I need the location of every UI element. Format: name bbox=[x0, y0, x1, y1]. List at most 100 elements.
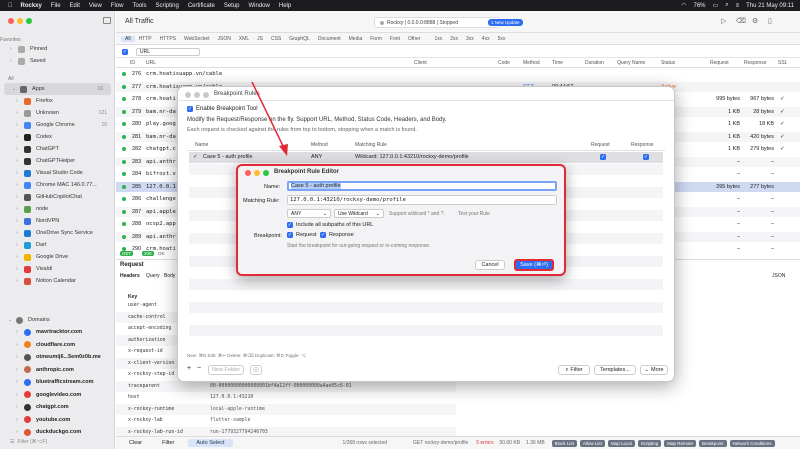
col-id[interactable]: ID bbox=[130, 60, 135, 66]
filter-tab-form[interactable]: Form bbox=[366, 36, 386, 42]
zoom-window-button[interactable] bbox=[263, 170, 269, 176]
test-rule-link[interactable]: Test your Rule bbox=[458, 211, 490, 217]
sidebar-item-apps[interactable]: ⌄ Apps 16 bbox=[4, 83, 111, 95]
detail-tab-body[interactable]: Body bbox=[164, 273, 175, 279]
menu-scripting[interactable]: Scripting bbox=[155, 3, 178, 9]
sidebar-app-item[interactable]: › Unknown 121 bbox=[0, 107, 115, 119]
filter-tab-1xx[interactable]: 1xx bbox=[430, 36, 446, 42]
remove-rule-button[interactable]: − bbox=[197, 365, 201, 372]
templates-button[interactable]: Templates... bbox=[594, 365, 636, 375]
col-request[interactable]: Request bbox=[710, 60, 729, 66]
rule-response-checkbox[interactable]: ✓ bbox=[643, 154, 649, 160]
menu-help[interactable]: Help bbox=[279, 3, 291, 9]
filter-tab-media[interactable]: Media bbox=[345, 36, 367, 42]
menu-tools[interactable]: Tools bbox=[132, 3, 146, 9]
play-icon[interactable]: ▷ bbox=[721, 17, 726, 25]
tool-chip[interactable]: Map Local bbox=[607, 439, 635, 447]
filter-tab-js[interactable]: JS bbox=[253, 36, 267, 42]
sidebar-item-pinned[interactable]: › Pinned bbox=[0, 43, 115, 55]
more-button[interactable]: ⌄ More bbox=[640, 365, 668, 375]
response-toggle[interactable]: ✓ Response bbox=[320, 232, 354, 238]
filter-tab-5xx[interactable]: 5xx bbox=[494, 36, 510, 42]
menu-setup[interactable]: Setup bbox=[224, 3, 240, 9]
filter-tab-3xx[interactable]: 3xx bbox=[462, 36, 478, 42]
minimize-window-button[interactable] bbox=[194, 92, 200, 98]
menu-app-name[interactable]: Rockxy bbox=[21, 3, 42, 9]
sidebar-app-item[interactable]: › OneDrive Sync Service bbox=[0, 227, 115, 239]
filter-rules-button[interactable]: ⌕ Filter bbox=[558, 365, 590, 375]
sidebar-toggle-icon[interactable] bbox=[103, 17, 111, 24]
tool-chip[interactable]: Breakpoint bbox=[698, 439, 727, 447]
col-method[interactable]: Method bbox=[311, 142, 328, 148]
header-row[interactable]: host 127.0.0.1:43210 bbox=[116, 392, 456, 403]
save-button[interactable]: Save (⌘⏎) bbox=[514, 259, 554, 271]
col-matching-rule[interactable]: Matching Rule bbox=[355, 142, 387, 148]
sidebar-app-item[interactable]: › Notion Calendar bbox=[0, 275, 115, 287]
filter-tab-other[interactable]: Other bbox=[404, 36, 425, 42]
trash-icon[interactable]: ⌫ bbox=[736, 17, 746, 25]
sidebar-app-item[interactable]: › Vivaldi bbox=[0, 263, 115, 275]
filter-tab-https[interactable]: HTTPS bbox=[156, 36, 180, 42]
apple-menu-icon[interactable]:  bbox=[8, 3, 13, 9]
tool-chip[interactable]: Scripting bbox=[637, 439, 662, 447]
sidebar-item-domains[interactable]: ⌄ Domains bbox=[0, 314, 115, 326]
url-filter-checkbox[interactable]: ✓ bbox=[122, 48, 128, 55]
detail-tab-query[interactable]: Query bbox=[146, 273, 160, 279]
col-response[interactable]: Response bbox=[631, 142, 654, 148]
sidebar-app-item[interactable]: › node bbox=[0, 203, 115, 215]
zoom-window-button[interactable] bbox=[203, 92, 209, 98]
url-field-select[interactable]: URL bbox=[136, 47, 200, 56]
menu-file[interactable]: File bbox=[51, 3, 61, 9]
wifi-icon[interactable]: ◠ bbox=[681, 2, 686, 9]
sidebar-domain-item[interactable]: › otmeumij6...5em0z0b.me bbox=[0, 351, 115, 363]
error-count[interactable]: 5 errors bbox=[476, 440, 493, 446]
col-method[interactable]: Method bbox=[523, 60, 540, 66]
battery-percent[interactable]: 76% bbox=[694, 3, 706, 9]
clear-button[interactable]: Clear bbox=[129, 440, 142, 446]
close-window-button[interactable] bbox=[245, 170, 251, 176]
sidebar-app-item[interactable]: › Google Drive bbox=[0, 251, 115, 263]
sidebar-app-item[interactable]: › NordVPN bbox=[0, 215, 115, 227]
menu-window[interactable]: Window bbox=[249, 3, 270, 9]
name-input[interactable]: Case 5 - auth profile bbox=[287, 181, 557, 191]
minimize-window-button[interactable] bbox=[254, 170, 260, 176]
zoom-window-button[interactable] bbox=[26, 18, 32, 24]
sidebar-filter[interactable]: ☰ Filter (⌘⌥F) bbox=[10, 437, 110, 446]
auto-select-toggle[interactable]: Auto Select bbox=[188, 439, 233, 447]
sidebar-app-item[interactable]: › Firefox bbox=[0, 95, 115, 107]
sidebar-domain-item[interactable]: › youtube.com bbox=[0, 414, 115, 426]
detail-tab-headers[interactable]: Headers bbox=[120, 273, 140, 279]
new-folder-button[interactable]: New Folder bbox=[208, 365, 244, 375]
enable-breakpoint-toggle[interactable]: ✓ Enable Breakpoint Tool bbox=[187, 106, 258, 112]
menu-flow[interactable]: Flow bbox=[111, 3, 124, 9]
filter-tab-websocket[interactable]: WebSocket bbox=[180, 36, 213, 42]
sidebar-item-saved[interactable]: › Saved bbox=[0, 55, 115, 67]
sidebar-domain-item[interactable]: › anthropic.com bbox=[0, 364, 115, 376]
include-subpaths-toggle[interactable]: ✓ Include all subpaths of this URL bbox=[287, 222, 373, 228]
col-duration[interactable]: Duration bbox=[585, 60, 604, 66]
json-view-toggle[interactable]: JSON bbox=[772, 273, 785, 279]
filter-button[interactable]: Filter bbox=[162, 440, 174, 446]
col-status[interactable]: Status bbox=[661, 60, 675, 66]
match-type-select[interactable]: Use Wildcard ⌄ bbox=[334, 209, 384, 218]
sidebar-app-item[interactable]: › Dart bbox=[0, 239, 115, 251]
tool-chip[interactable]: Allow List bbox=[579, 439, 605, 447]
filter-tab-css[interactable]: CSS bbox=[267, 36, 285, 42]
sidebar-app-item[interactable]: › GitHubCopilotChat bbox=[0, 191, 115, 203]
rule-enabled-checkbox[interactable]: ✓ bbox=[193, 154, 198, 160]
sidebar-app-item[interactable]: › ChatGPT bbox=[0, 143, 115, 155]
filter-tab-4xx[interactable]: 4xx bbox=[478, 36, 494, 42]
col-time[interactable]: Time bbox=[552, 60, 563, 66]
menu-view[interactable]: View bbox=[89, 3, 102, 9]
rule-request-checkbox[interactable]: ✓ bbox=[600, 154, 606, 160]
col-client[interactable]: Client bbox=[414, 60, 427, 66]
close-window-button[interactable] bbox=[185, 92, 191, 98]
close-window-button[interactable] bbox=[8, 18, 14, 24]
request-toggle[interactable]: ✓ Request bbox=[287, 232, 317, 238]
col-response[interactable]: Response bbox=[744, 60, 767, 66]
filter-tab-all[interactable]: All bbox=[121, 35, 135, 42]
filter-tab-xml[interactable]: XML bbox=[235, 36, 253, 42]
battery-icon[interactable]: ▭ bbox=[713, 2, 719, 9]
sidebar-domain-item[interactable]: › googlevideo.com bbox=[0, 389, 115, 401]
proxy-status[interactable]: Rockxy | 0.0.0.0:8888 | Stopped bbox=[374, 17, 500, 28]
